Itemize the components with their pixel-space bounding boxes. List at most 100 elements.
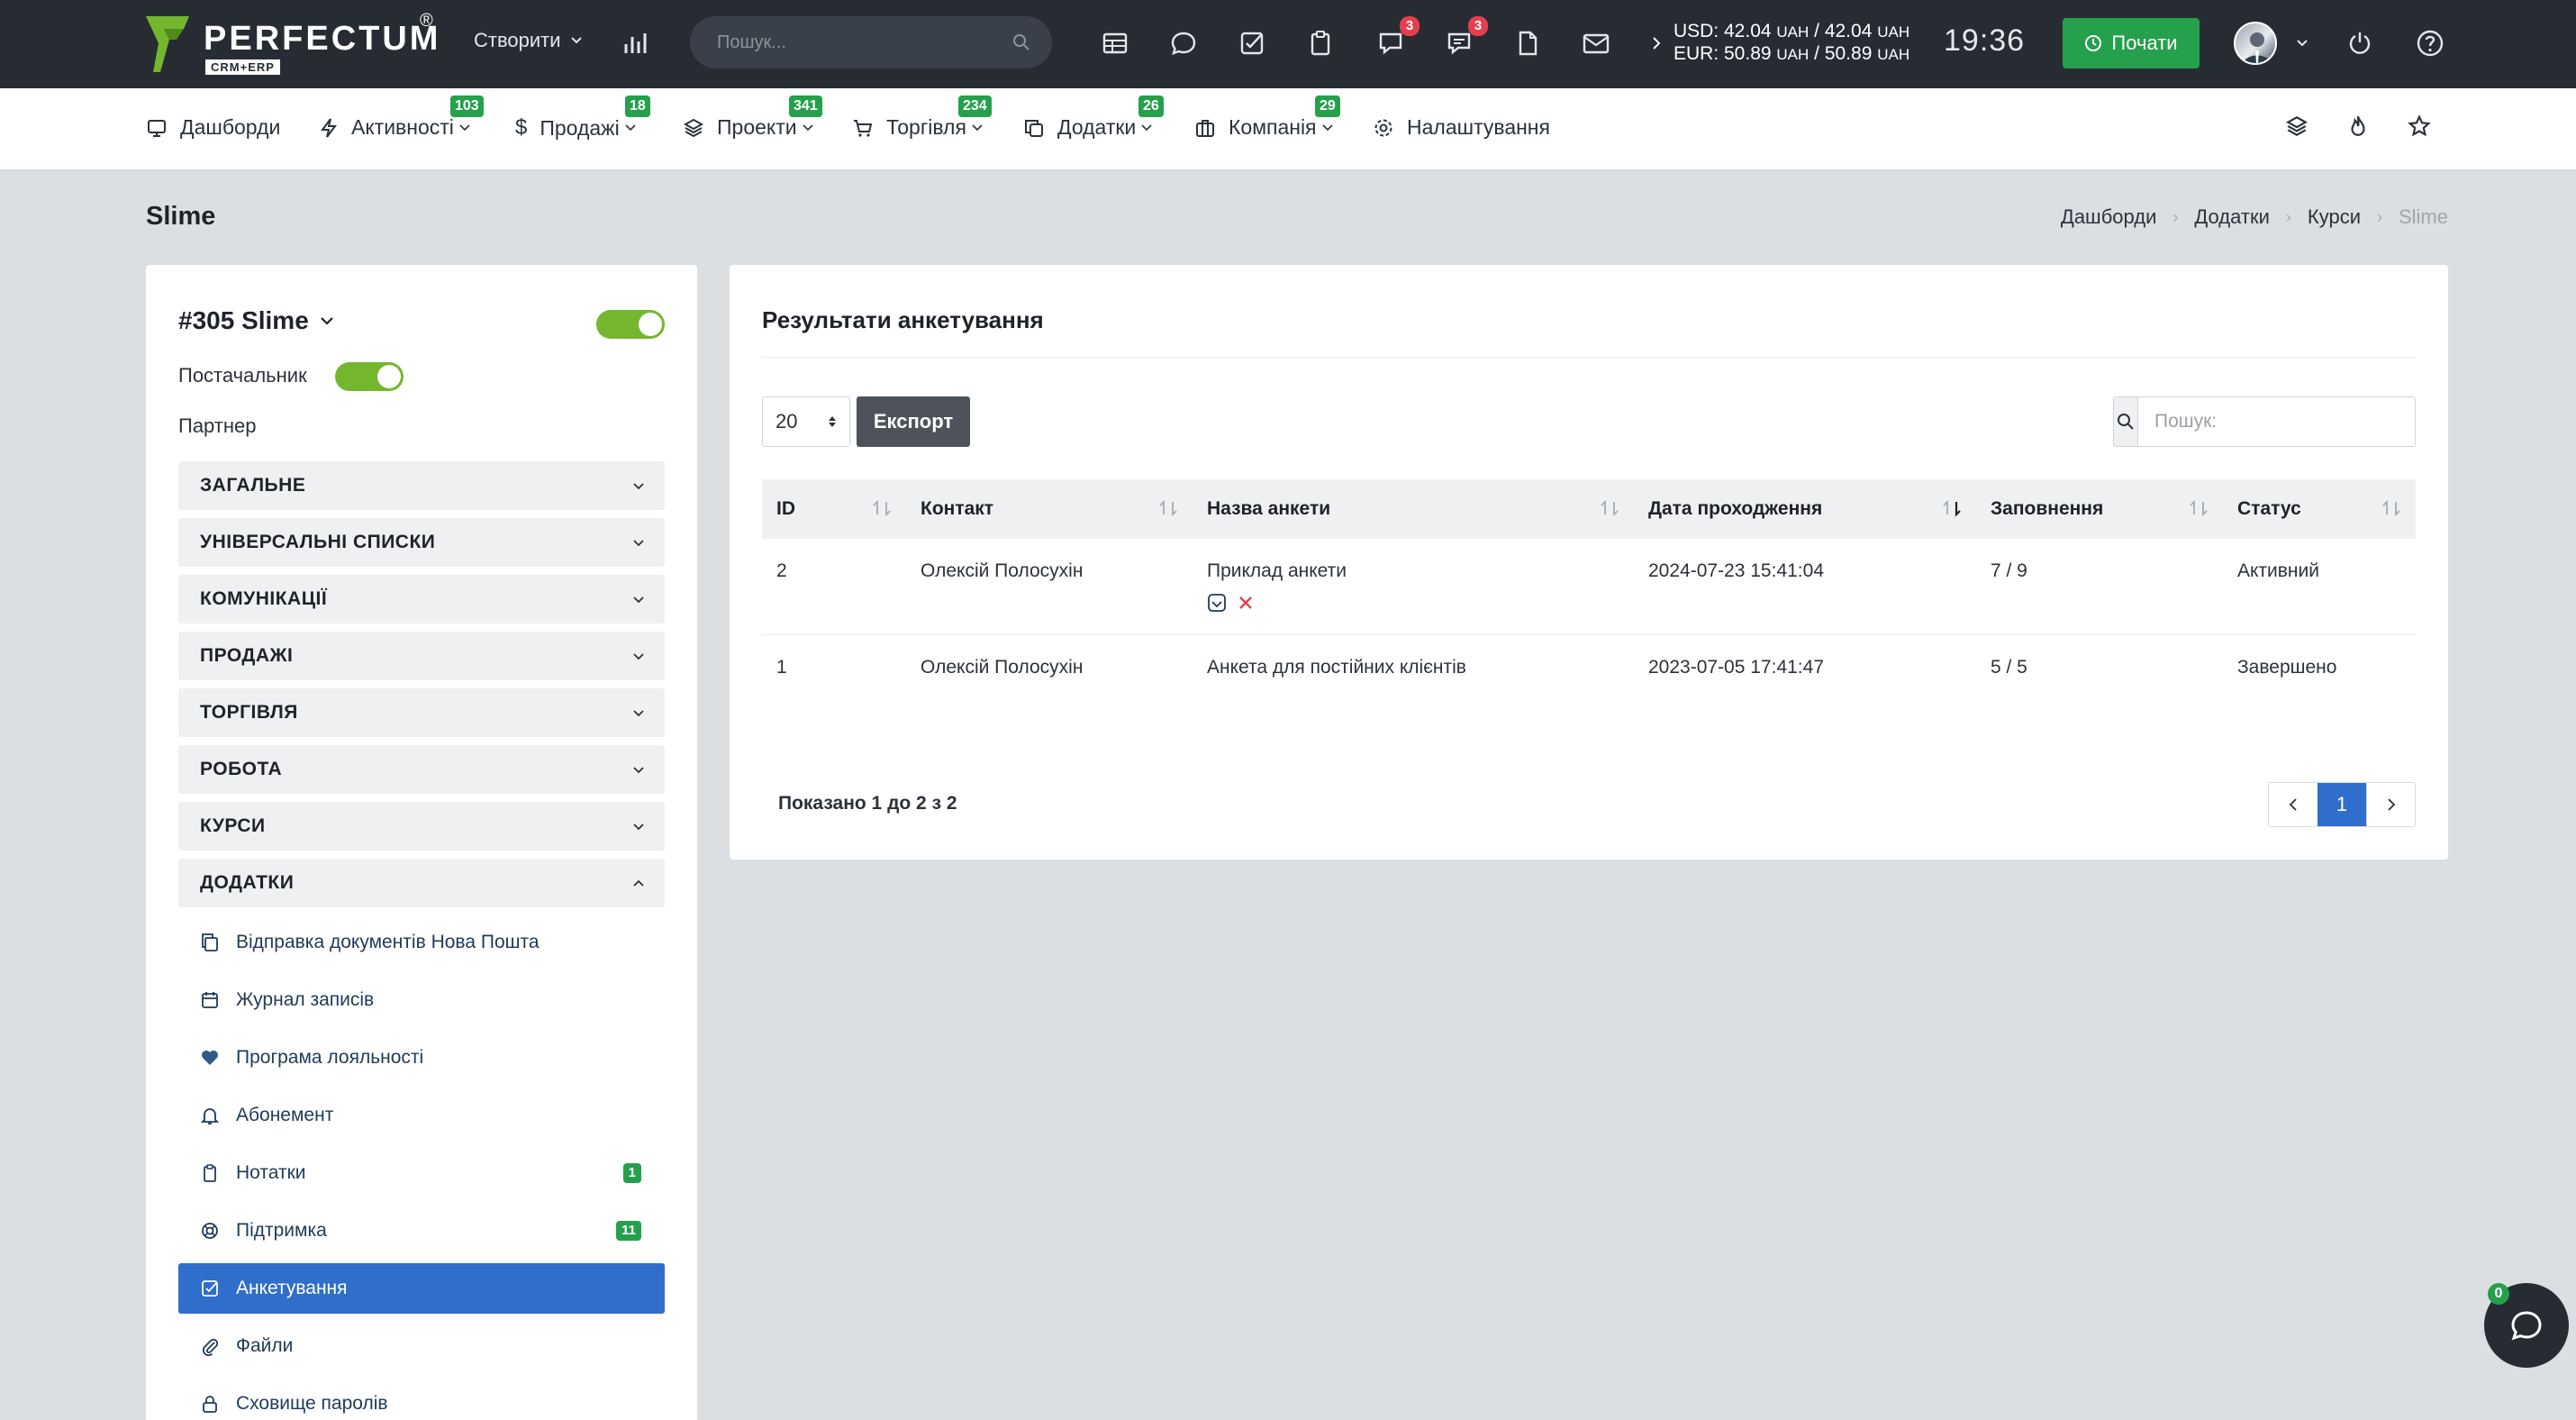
sort-icon — [2382, 499, 2400, 517]
bell-icon — [200, 1108, 220, 1124]
nav-activities[interactable]: Активності 103 — [319, 96, 484, 140]
section-work[interactable]: РОБОТА — [178, 745, 665, 794]
global-search[interactable] — [690, 16, 1052, 68]
prev-page-button[interactable] — [2269, 783, 2317, 826]
global-search-input[interactable] — [717, 32, 1012, 53]
nav-settings[interactable]: Налаштування — [1373, 115, 1550, 140]
breadcrumb-item[interactable]: Дашборди — [2061, 205, 2156, 229]
nav-badge: 234 — [958, 96, 992, 117]
chevron-down-icon — [625, 124, 636, 132]
table-search[interactable] — [2113, 396, 2416, 447]
column-header-survey[interactable]: Назва анкети — [1193, 479, 1634, 539]
nav-projects[interactable]: Проекти 341 — [683, 96, 822, 140]
section-communications[interactable]: КОМУНІКАЦІЇ — [178, 575, 665, 624]
help-button[interactable] — [2414, 27, 2446, 59]
section-addons[interactable]: ДОДАТКИ — [178, 859, 665, 907]
nav-label: Налаштування — [1407, 115, 1550, 139]
nav-badge: 103 — [450, 96, 484, 117]
chat-button[interactable] — [1167, 27, 1200, 59]
chevron-down-icon — [1321, 123, 1333, 131]
next-page-button[interactable] — [2366, 783, 2415, 826]
table-row[interactable]: 1 Олексій Полосухін Анкета для постійних… — [762, 634, 2416, 721]
cell-contact[interactable]: Олексій Полосухін — [906, 539, 1193, 635]
addon-notes[interactable]: Нотатки 1 — [178, 1148, 665, 1198]
page-size-select[interactable]: 20 — [762, 396, 850, 447]
lock-icon — [203, 1396, 217, 1413]
survey-results-card: Результати анкетування 20 Експорт ID Кон… — [730, 265, 2448, 860]
addon-files[interactable]: Файли — [178, 1321, 665, 1371]
breadcrumb-item[interactable]: Курси — [2308, 205, 2361, 229]
logo-mark-icon — [146, 16, 189, 72]
layers-button[interactable] — [2281, 110, 2313, 142]
favorites-button[interactable] — [2403, 110, 2435, 142]
active-toggle[interactable] — [596, 310, 665, 339]
survey-name[interactable]: Приклад анкети — [1207, 560, 1347, 581]
currency-rates[interactable]: USD: 42.04 UAH / 42.04 UAH EUR: 50.89 UA… — [1652, 21, 1909, 66]
question-icon — [2417, 30, 2444, 57]
messages-button[interactable]: 3 — [1374, 16, 1420, 59]
sort-icon — [873, 499, 891, 517]
nav-company[interactable]: Компанія 29 — [1194, 96, 1340, 140]
addon-nova-poshta[interactable]: Відправка документів Нова Пошта — [178, 917, 665, 968]
clipboard-button[interactable] — [1304, 27, 1337, 59]
addon-surveys[interactable]: Анкетування — [178, 1263, 665, 1314]
addon-password-vault[interactable]: Сховище паролів — [178, 1379, 665, 1420]
section-sales[interactable]: ПРОДАЖІ — [178, 632, 665, 680]
addon-support[interactable]: Підтримка 11 — [178, 1206, 665, 1256]
avatar[interactable] — [2234, 22, 2277, 65]
export-button[interactable]: Експорт — [857, 396, 970, 447]
create-menu[interactable]: Створити — [474, 29, 583, 52]
cell-survey[interactable]: Анкета для постійних клієнтів — [1193, 634, 1634, 721]
nav-trade[interactable]: Торгівля 234 — [852, 96, 992, 140]
breadcrumb-separator: › — [2172, 207, 2179, 226]
column-header-date[interactable]: Дата проходження — [1634, 479, 1976, 539]
mail-button[interactable] — [1580, 27, 1612, 59]
entity-title[interactable]: #305 Slime — [178, 306, 334, 335]
addon-label: Програма лояльності — [236, 1047, 424, 1068]
breadcrumb-item[interactable]: Додатки — [2194, 205, 2269, 229]
addon-booking-journal[interactable]: Журнал записів — [178, 975, 665, 1025]
addon-loyalty[interactable]: Програма лояльності — [178, 1033, 665, 1083]
nav-label: Додатки — [1057, 115, 1137, 139]
chevron-right-icon — [1653, 37, 1661, 50]
section-general[interactable]: ЗАГАЛЬНЕ — [178, 461, 665, 510]
search-icon[interactable] — [1012, 33, 1030, 51]
breadcrumb: Дашборди › Додатки › Курси › Slime — [2061, 205, 2448, 229]
messages-badge: 3 — [1400, 16, 1420, 36]
cell-fill: 5 / 5 — [1991, 656, 2027, 678]
table-row[interactable]: 2 Олексій Полосухін Приклад анкети 2024-… — [762, 539, 2416, 635]
cell-contact[interactable]: Олексій Полосухін — [906, 634, 1193, 721]
speech-bubble-icon — [1171, 32, 1196, 55]
column-header-contact[interactable]: Контакт — [906, 479, 1193, 539]
breadcrumb-current: Slime — [2398, 205, 2448, 228]
section-trade[interactable]: ТОРГІВЛЯ — [178, 688, 665, 737]
column-header-fill[interactable]: Заповнення — [1976, 479, 2223, 539]
analytics-button[interactable] — [620, 27, 652, 59]
usd-rate: USD: 42.04 UAH / 42.04 UAH — [1673, 21, 1910, 41]
logo[interactable]: PERFECTUM ® CRM+ERP — [144, 11, 441, 76]
page-button-current[interactable]: 1 — [2317, 783, 2366, 826]
logout-button[interactable] — [2344, 27, 2376, 59]
start-timer-button[interactable]: Почати — [2063, 18, 2200, 68]
section-universal-lists[interactable]: УНІВЕРСАЛЬНІ СПИСКИ — [178, 518, 665, 567]
addon-subscription[interactable]: Абонемент — [178, 1090, 665, 1141]
hot-button[interactable] — [2342, 110, 2374, 142]
user-menu-toggle[interactable] — [2286, 27, 2318, 59]
nav-dashboards[interactable]: Дашборди — [146, 115, 280, 140]
column-header-status[interactable]: Статус — [2223, 479, 2416, 539]
delete-x-icon[interactable] — [1238, 595, 1254, 611]
calendar-table-button[interactable] — [1099, 27, 1131, 59]
table-search-input[interactable] — [2138, 397, 2415, 446]
nav-sales[interactable]: $ Продажі 18 — [515, 96, 650, 141]
shield-check-icon[interactable] — [1207, 593, 1227, 613]
chat-badge: 0 — [2488, 1283, 2509, 1305]
chevron-down-icon — [633, 539, 644, 546]
column-header-id[interactable]: ID — [762, 479, 906, 539]
supplier-toggle[interactable] — [335, 362, 404, 391]
tasks-button[interactable] — [1236, 27, 1268, 59]
comments-button[interactable]: 3 — [1443, 16, 1488, 59]
nav-addons[interactable]: Додатки 26 — [1023, 96, 1164, 140]
documents-button[interactable] — [1511, 27, 1544, 59]
checkbox-icon — [1240, 32, 1264, 55]
section-courses[interactable]: КУРСИ — [178, 802, 665, 851]
